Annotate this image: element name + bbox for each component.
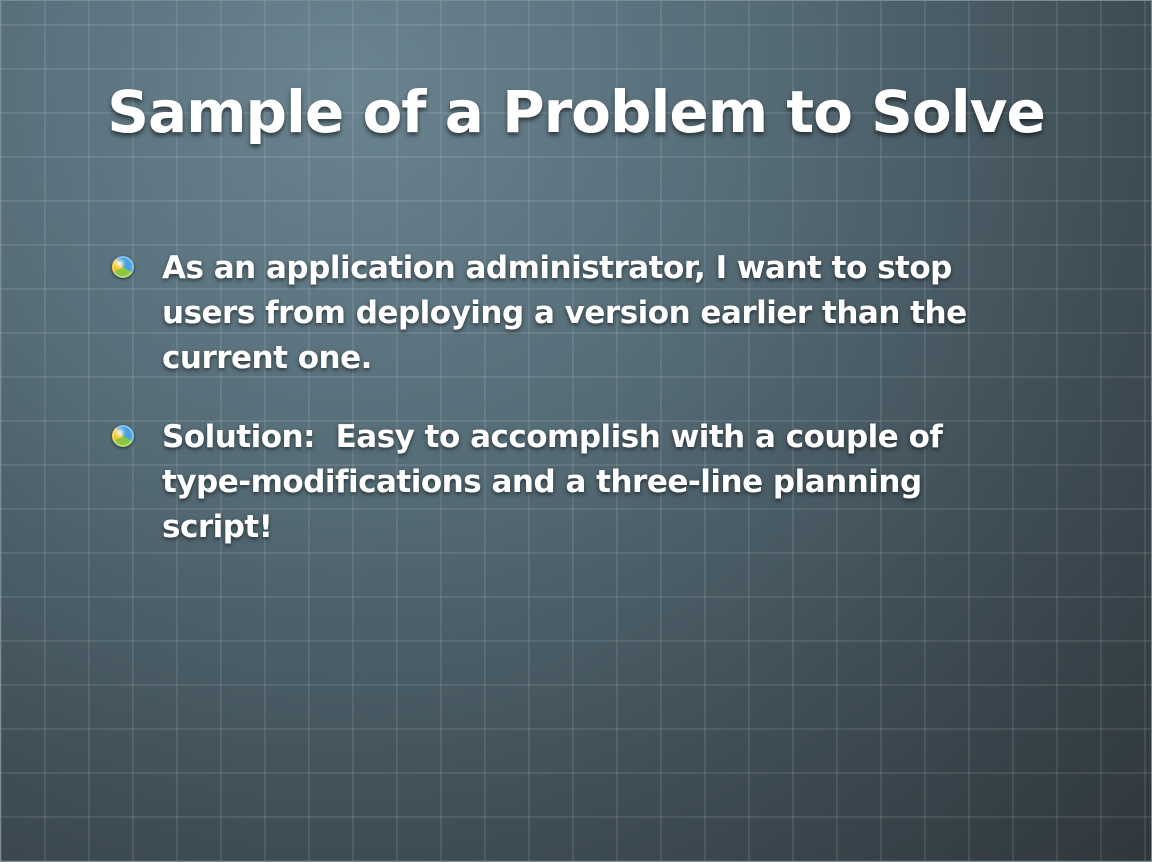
slide: Sample of a Problem to Solve As an appli… (0, 0, 1152, 862)
globe-bullet-icon (112, 425, 134, 447)
bullet-text: As an application administrator, I want … (162, 250, 977, 376)
bullet-item: As an application administrator, I want … (112, 246, 1032, 381)
bullet-list: As an application administrator, I want … (112, 246, 1032, 584)
bullet-text: Solution: Easy to accomplish with a coup… (162, 419, 953, 545)
globe-bullet-icon (112, 256, 134, 278)
bullet-item: Solution: Easy to accomplish with a coup… (112, 415, 1032, 550)
slide-title: Sample of a Problem to Solve (107, 78, 1046, 146)
